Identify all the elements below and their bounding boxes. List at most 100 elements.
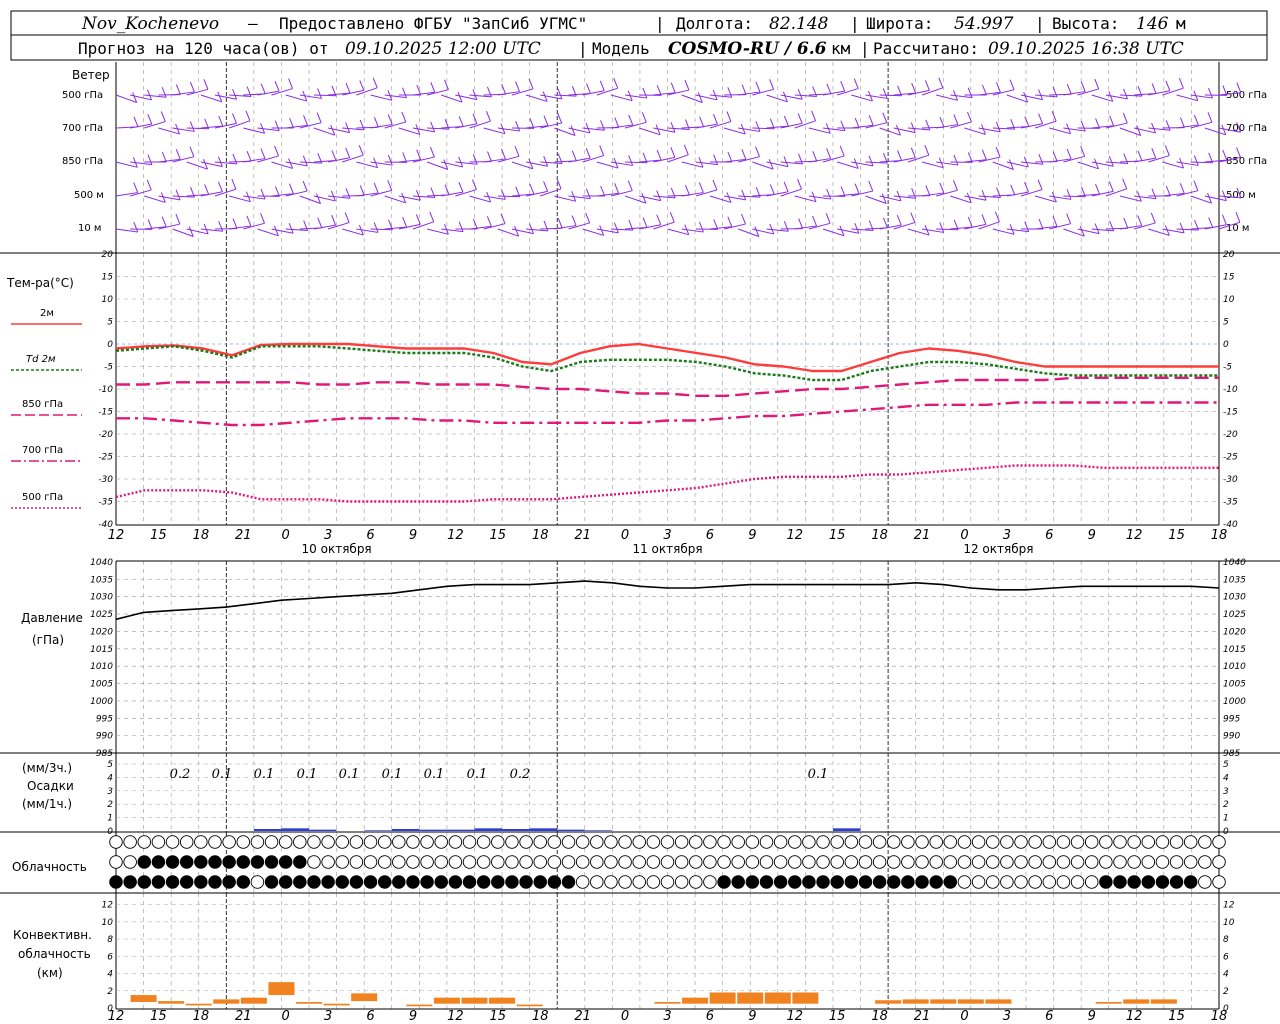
wind-barb-flag	[543, 181, 549, 192]
wind-barb-flag	[741, 149, 747, 160]
precip-tick-right: 0	[1223, 827, 1229, 837]
wind-barb-flag	[529, 223, 534, 234]
conv-cloud-bar	[792, 992, 819, 1004]
cloud-symbol	[109, 855, 123, 869]
wind-barb-flag	[1038, 218, 1044, 230]
cloud-symbol	[1070, 835, 1085, 849]
cloud-symbol	[321, 855, 335, 869]
cloud-symbol	[109, 875, 123, 889]
wind-barb-flag	[274, 120, 280, 131]
wind-barb	[1049, 223, 1071, 230]
x-tick-label: 21	[235, 528, 252, 543]
wind-barb-flag	[1108, 181, 1114, 192]
wind-barb-flag	[656, 149, 662, 161]
cloud-symbol	[222, 835, 236, 849]
wind-barb-flag	[175, 149, 181, 160]
conv-tick-right: 10	[1223, 918, 1235, 928]
wind-barb-flag	[1066, 148, 1072, 160]
wind-barb-flag	[826, 148, 832, 159]
wind-barb-flag	[726, 111, 732, 122]
wind-barb-flag	[514, 146, 520, 157]
wind-barb-flag	[910, 212, 916, 223]
wind-barb-flag	[1066, 213, 1072, 224]
wind-barb-flag	[416, 149, 422, 160]
wind-barb-flag	[783, 221, 789, 232]
precip-bar	[529, 828, 558, 831]
wind-barb-flag	[1094, 78, 1100, 90]
calc-time: 09.10.2025 16:38 UTC	[988, 39, 1184, 59]
wind-barb-flag	[1123, 218, 1129, 229]
wind-barb-flag	[585, 212, 591, 224]
x-tick-label: 18	[532, 528, 549, 543]
wind-title: Ветер	[72, 68, 110, 82]
precip-bar	[419, 829, 447, 831]
cloud-symbol	[816, 855, 830, 869]
conv-cloud-bar	[130, 995, 157, 1002]
wind-barb	[582, 90, 605, 96]
wind-barb-flag	[472, 218, 478, 230]
wind-barb-flag	[967, 87, 973, 98]
wind-barb-flag	[288, 223, 294, 234]
wind-barb-flag	[515, 81, 521, 92]
wind-barb	[964, 223, 987, 230]
cloud-symbol	[1198, 835, 1212, 849]
cloud-symbol	[1099, 835, 1113, 849]
cloud-symbol	[872, 855, 887, 869]
temp-tick-right: 10	[1223, 295, 1235, 305]
wind-barb	[257, 90, 280, 96]
wind-barb	[328, 157, 350, 163]
wind-barb-flag	[402, 216, 408, 228]
cloud-symbol	[773, 855, 788, 869]
cloud-symbol	[1212, 875, 1226, 889]
wind-barb-flag	[458, 181, 464, 193]
wind-barb-flag	[1165, 120, 1171, 131]
pres-tick-right: 1025	[1223, 610, 1246, 620]
cloud-symbol	[802, 855, 816, 869]
cloud-symbol	[745, 875, 760, 889]
wind-barb-flag	[189, 81, 195, 93]
wind-barb-flag	[515, 120, 521, 132]
conv-cloud-bar	[185, 1003, 212, 1006]
cloud-symbol	[420, 835, 434, 849]
cloud-symbol	[1042, 875, 1057, 889]
x-tick-label: 3	[324, 528, 332, 543]
cloud-symbol	[872, 835, 887, 849]
x-tick-label-bottom: 3	[324, 1009, 332, 1024]
wind-barb-flag	[288, 183, 294, 194]
cloud-symbol	[575, 835, 590, 849]
x-tick-label: 0	[621, 528, 629, 543]
wind-barb-flag	[288, 78, 294, 89]
cloud-symbol	[604, 855, 618, 869]
cloud-symbol	[377, 875, 392, 889]
wind-barb-flag	[472, 113, 478, 124]
wind-barb	[865, 122, 887, 129]
cloud-symbol	[646, 855, 661, 869]
cloud-symbol	[406, 855, 420, 869]
wind-barb-flag	[600, 120, 605, 131]
precip-tick-left: 5	[107, 760, 113, 770]
calc-label: Рассчитано:	[873, 39, 979, 58]
temp-tick-left: 20	[102, 250, 114, 260]
wind-barb-flag	[1108, 156, 1114, 167]
precip-amount: 0.1	[808, 767, 829, 782]
cloud-symbol	[632, 855, 646, 869]
wind-barb-flag	[458, 221, 464, 232]
wind-barb-flag	[783, 115, 789, 127]
wind-barb-flag	[614, 183, 620, 194]
x-tick-label: 15	[150, 528, 167, 543]
wind-barb-flag	[1010, 184, 1016, 196]
cloud-symbol	[689, 875, 703, 889]
cloud-symbol	[1198, 855, 1212, 869]
precip-tick-left: 0	[107, 827, 113, 837]
wind-barb-flag	[656, 214, 662, 225]
cloud-symbol	[505, 855, 519, 869]
cloud-symbol	[915, 875, 929, 889]
precip-bar	[391, 828, 420, 831]
x-tick-label-bottom: 15	[1168, 1009, 1185, 1024]
precip-amount: 0.2	[510, 767, 531, 782]
wind-barb	[1105, 122, 1128, 129]
cloud-symbol	[109, 835, 123, 849]
conv-tick-right: 12	[1223, 901, 1235, 911]
wind-barb	[200, 191, 223, 197]
cloud-symbol	[1169, 835, 1184, 849]
